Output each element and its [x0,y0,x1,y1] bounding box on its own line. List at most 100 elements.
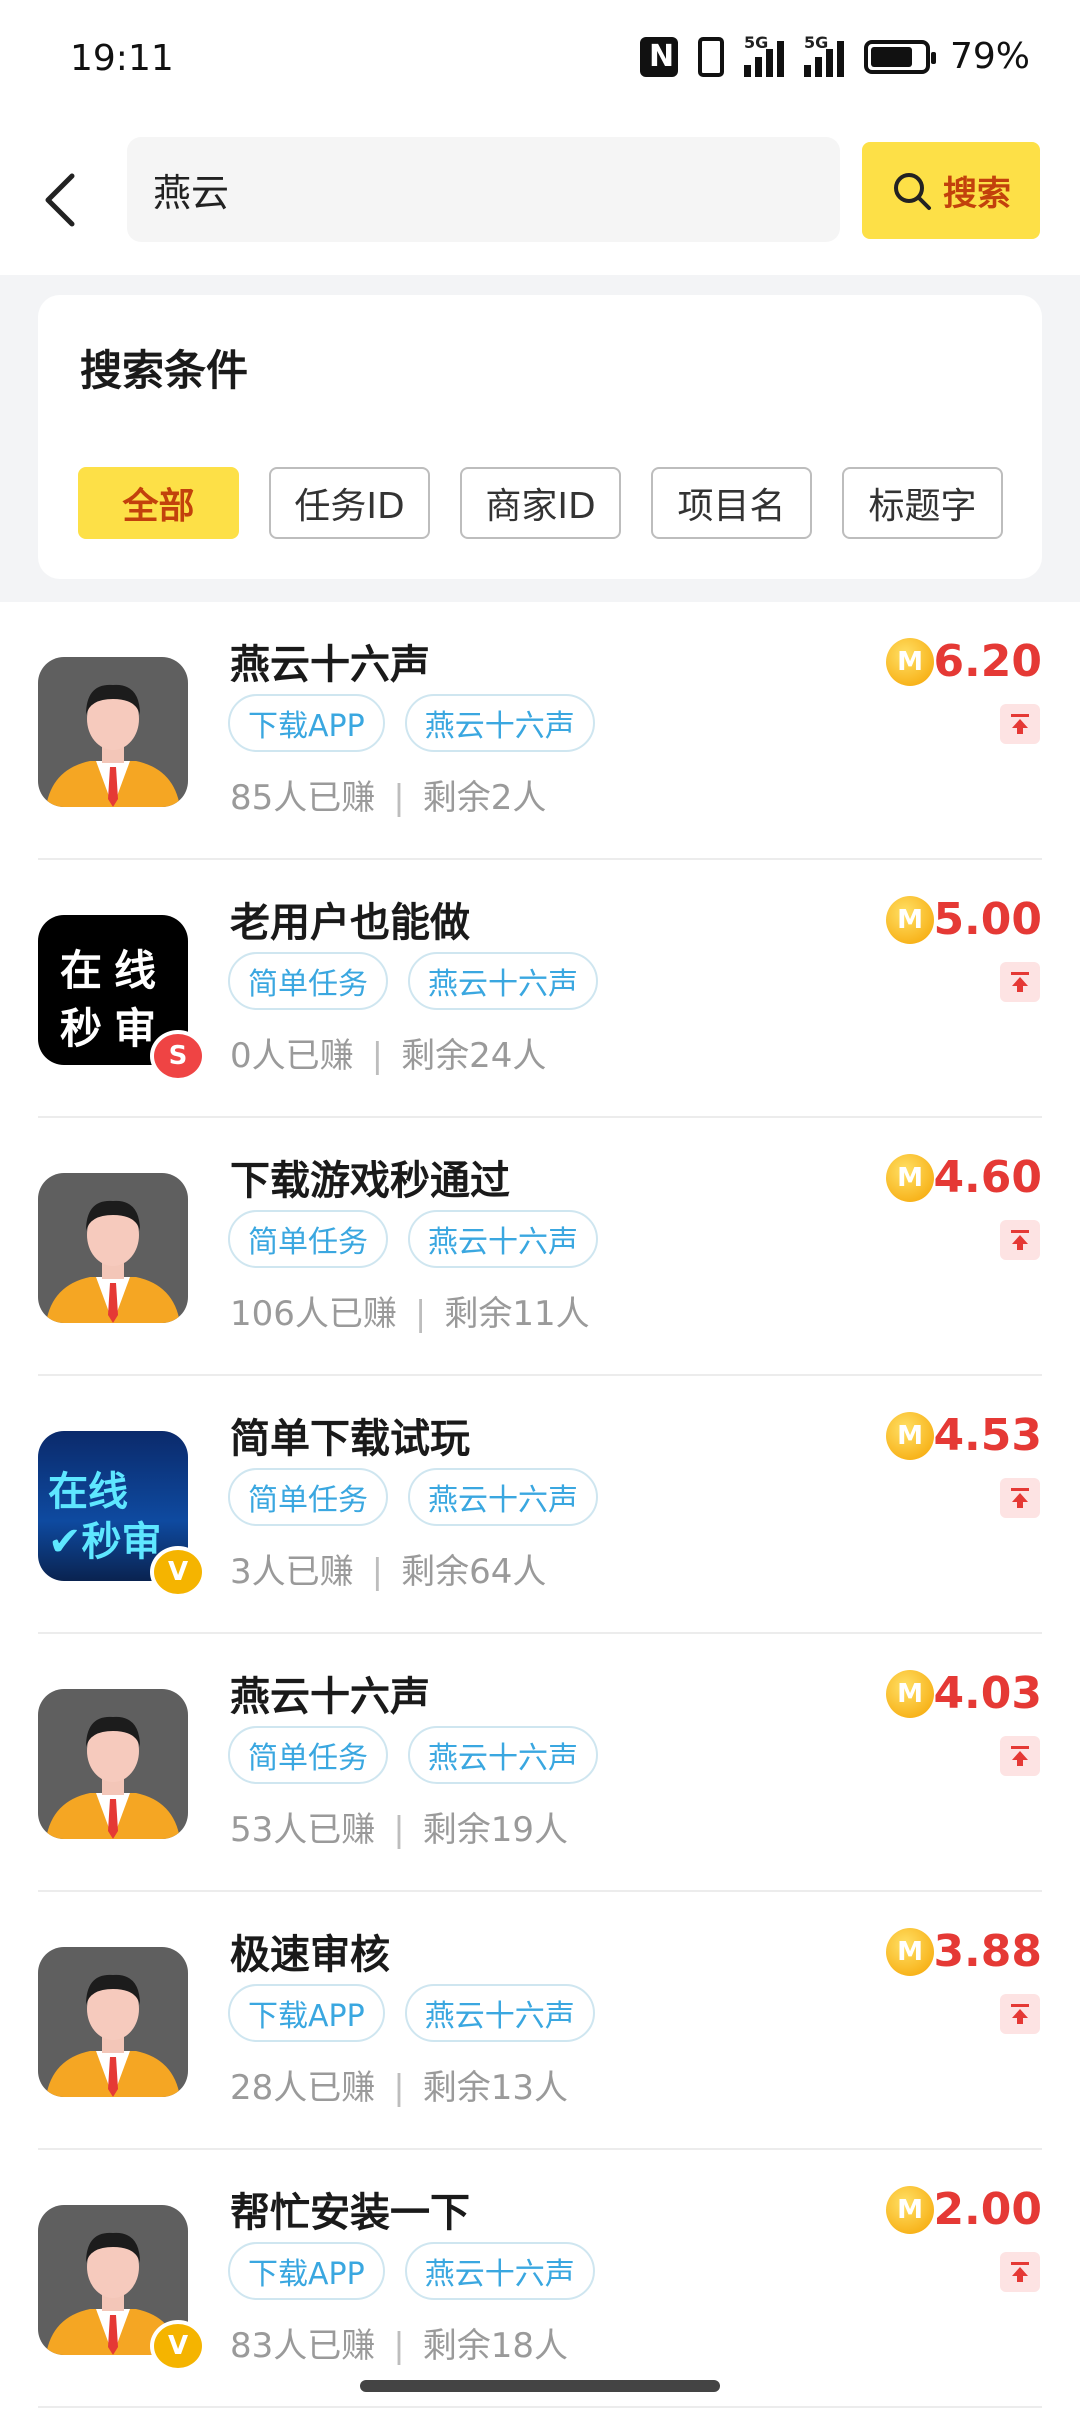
battery-percent: 79% [949,36,1030,77]
filter-chip[interactable]: 项目名 [651,467,812,539]
signal-5g-icon: 5G [743,33,784,77]
task-tag: 燕云十六声 [404,2242,595,2300]
pin-top-button[interactable] [1000,1220,1040,1260]
coin-icon: M [886,1412,934,1460]
task-title: 极速审核 [230,1932,390,1978]
search-input[interactable] [127,137,840,242]
task-tag: 燕云十六声 [408,952,598,1010]
pin-top-icon [1011,1230,1029,1250]
battery-icon [863,39,936,74]
task-tag: 燕云十六声 [408,1468,598,1526]
earned-count: 85人已赚 [230,778,376,818]
task-price: 5.00 [933,894,1042,945]
task-tag: 燕云十六声 [404,694,595,752]
filter-chip[interactable]: 标题字 [842,467,1003,539]
task-tags: 下载APP 燕云十六声 [228,1984,595,2042]
search-button[interactable]: 搜索 [862,142,1040,239]
separator: | [393,1810,405,1850]
task-tags: 简单任务 燕云十六声 [228,1468,598,1526]
coin-icon: M [886,2186,934,2234]
filter-section: 搜索条件 全部 任务ID 商家ID 项目名 标题字 [0,275,1080,602]
coin-icon: M [886,896,934,944]
earned-count: 0人已赚 [230,1036,354,1076]
status-icons: 5G 5G 79% [639,33,1030,77]
pin-top-button[interactable] [1000,962,1040,1002]
pin-top-icon [1011,1488,1029,1508]
level-badge: S [150,1030,206,1082]
task-item[interactable]: 燕云十六声 下载APP 燕云十六声 85人已赚 | 剩余2人 M 6.20 [0,602,1080,860]
task-item[interactable]: 在线 秒审 S 老用户也能做 简单任务 燕云十六声 0人已赚 | 剩余24人 M 5.00 [0,860,1080,1118]
task-title: 简单下载试玩 [230,1416,470,1462]
task-stats: 53人已赚 | 剩余19人 [230,1802,568,1851]
separator: | [393,2068,405,2108]
earned-count: 28人已赚 [230,2068,376,2108]
separator: | [371,1036,384,1076]
task-title: 燕云十六声 [230,1674,430,1720]
task-tag: 燕云十六声 [404,1984,595,2042]
back-button[interactable] [30,155,90,245]
vibrate-icon [697,36,724,77]
remaining-count: 剩余24人 [401,1036,547,1076]
pin-top-icon [1011,2262,1029,2282]
task-item[interactable]: V 帮忙安装一下 下载APP 燕云十六声 83人已赚 | 剩余18人 M 2.00 [0,2150,1080,2408]
filter-chip[interactable]: 全部 [78,467,239,539]
task-stats: 106人已赚 | 剩余11人 [230,1286,590,1335]
separator: | [393,778,405,818]
task-tag: 燕云十六声 [408,1726,598,1784]
filter-chip[interactable]: 商家ID [460,467,621,539]
task-tag: 下载APP [228,1984,385,2042]
task-tag: 燕云十六声 [408,1210,598,1268]
filter-title: 搜索条件 [80,346,249,395]
avatar [38,1689,188,1839]
task-tags: 简单任务 燕云十六声 [228,952,598,1010]
avatar [38,657,188,807]
pin-top-button[interactable] [1000,704,1040,744]
task-title: 下载游戏秒通过 [230,1158,510,1204]
remaining-count: 剩余11人 [444,1294,590,1334]
search-button-label: 搜索 [943,174,1011,214]
pin-top-icon [1011,2004,1029,2024]
level-badge: V [150,1546,206,1598]
separator: | [414,1294,427,1334]
pin-top-icon [1011,972,1029,992]
avatar-text: 在线 [60,946,169,995]
filter-card: 搜索条件 全部 任务ID 商家ID 项目名 标题字 [38,295,1042,579]
remaining-count: 剩余19人 [422,1810,568,1850]
pin-top-icon [1011,1746,1029,1766]
task-tag: 下载APP [228,694,385,752]
pin-top-button[interactable] [1000,2252,1040,2292]
task-tags: 下载APP 燕云十六声 [228,694,595,752]
filter-options: 全部 任务ID 商家ID 项目名 标题字 [78,467,1003,539]
pin-top-button[interactable] [1000,1994,1040,2034]
task-item[interactable]: 在线 ✔秒审 V 简单下载试玩 简单任务 燕云十六声 3人已赚 | 剩余64人 M 4.53 [0,1376,1080,1634]
task-item[interactable]: 极速审核 下载APP 燕云十六声 28人已赚 | 剩余13人 M 3.88 [0,1892,1080,2150]
remaining-count: 剩余18人 [422,2326,568,2366]
earned-count: 53人已赚 [230,1810,376,1850]
coin-icon: M [886,1670,934,1718]
pin-top-button[interactable] [1000,1736,1040,1776]
chevron-left-icon [45,173,75,227]
person-avatar-icon [38,1947,188,2097]
remaining-count: 剩余64人 [401,1552,547,1592]
task-item[interactable]: 下载游戏秒通过 简单任务 燕云十六声 106人已赚 | 剩余11人 M 4.60 [0,1118,1080,1376]
task-tag: 简单任务 [228,1726,388,1784]
task-item[interactable]: 燕云十六声 简单任务 燕云十六声 53人已赚 | 剩余19人 M 4.03 [0,1634,1080,1892]
home-indicator[interactable] [360,2380,720,2392]
signal-5g-icon-2: 5G [803,33,844,77]
coin-icon: M [886,1154,934,1202]
search-field[interactable] [127,137,840,242]
task-stats: 0人已赚 | 剩余24人 [230,1028,546,1077]
task-price: 3.88 [933,1926,1042,1977]
task-title: 老用户也能做 [230,900,470,946]
filter-chip[interactable]: 任务ID [269,467,430,539]
avatar [38,1173,188,1323]
task-tag: 简单任务 [228,1210,388,1268]
task-tags: 简单任务 燕云十六声 [228,1726,598,1784]
task-price: 2.00 [933,2184,1042,2235]
search-header: 搜索 [0,125,1080,275]
pin-top-button[interactable] [1000,1478,1040,1518]
status-time: 19:11 [70,38,174,79]
coin-icon: M [886,638,934,686]
avatar-text: ✔秒审 [48,1519,162,1565]
task-stats: 85人已赚 | 剩余2人 [230,770,546,819]
